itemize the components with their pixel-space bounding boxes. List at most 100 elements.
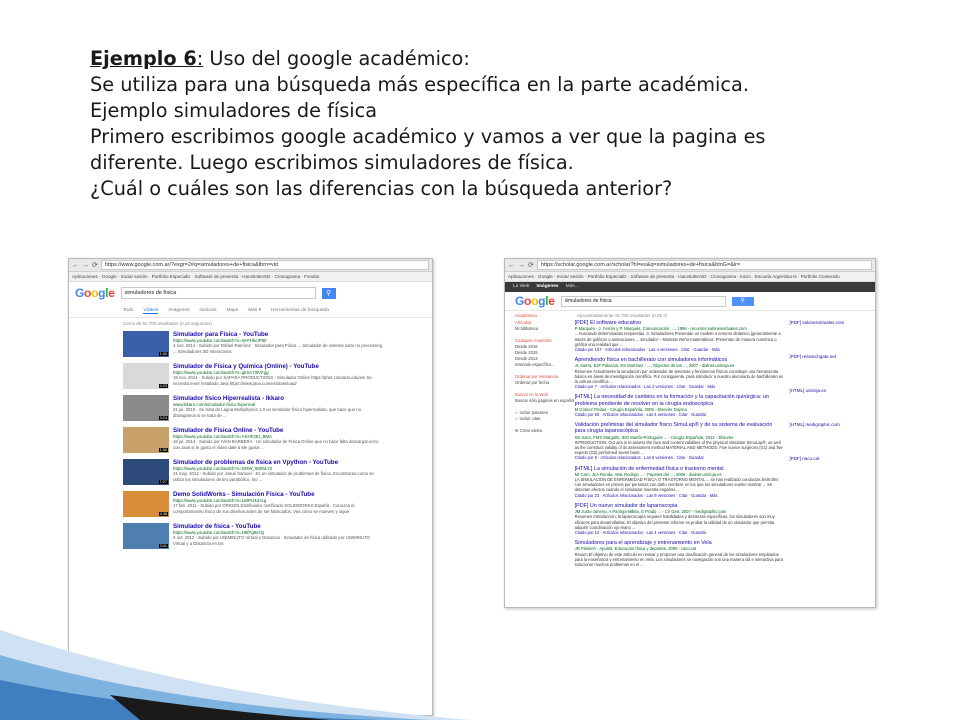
slide-line: diferente. Luego escribimos simuladores … <box>90 151 574 174</box>
video-title[interactable]: Simulador de Fisica Online - YouTube <box>173 427 383 434</box>
sidebar-item[interactable]: ✉ Crear alerta <box>515 428 575 434</box>
tab-mas[interactable]: Más ▾ <box>248 308 261 314</box>
pdf-link[interactable]: [HTML] unirioja.es <box>789 388 875 422</box>
scholar-result: Simuladores para el aprendizaje y entren… <box>575 540 784 567</box>
reload-icon[interactable]: ⟳ <box>92 261 98 269</box>
scholar-result: [HTML] La simulación de enfermedad físic… <box>575 466 784 498</box>
tab-herramientas[interactable]: Herramientas de búsqueda <box>271 308 329 314</box>
video-title[interactable]: Simulador de Física y Química (Online) -… <box>173 363 383 370</box>
pdf-link[interactable]: [PDF] naco.cat <box>789 456 875 490</box>
search-input[interactable]: simuladores de física <box>120 287 316 299</box>
tab-videos[interactable]: Vídeos <box>143 308 159 314</box>
browser-toolbar: ← → ⟳ https://www.google.com.ar/?esgr=2#… <box>69 259 432 272</box>
section-label: Académico <box>515 313 538 318</box>
video-result-text: Simulador de problemas de física en Vpyt… <box>173 459 383 485</box>
google-scholar-screenshot: ← → ⟳ https://scholar.google.com.ar/scho… <box>504 258 876 608</box>
slide-line: Ejemplo simuladores de física <box>90 99 378 122</box>
slide-line: Se utiliza para una búsqueda más específ… <box>90 73 749 96</box>
video-desc: 4 nov. 2014 - Subido por Rafael Ramírez … <box>173 343 383 354</box>
result-links[interactable]: Citado por 9 · Artículos relacionados · … <box>575 455 784 460</box>
tab-todo[interactable]: Todo <box>123 308 133 314</box>
video-result[interactable]: 3:24 Simulador físico Hiperrealista - Ik… <box>69 392 432 424</box>
result-snippet: ... buscando determinadas respuestas. 3.… <box>574 331 781 347</box>
result-title[interactable]: [HTML] La necesidad de cambios en la for… <box>575 394 784 406</box>
topbar-mas[interactable]: Más... <box>566 282 579 292</box>
pdf-link[interactable]: [PDF] salonesvirtuales.com <box>789 320 875 354</box>
video-thumbnail[interactable]: 1:00 <box>123 331 169 357</box>
video-thumbnail[interactable]: 4:38 <box>123 491 169 517</box>
search-button[interactable]: ⚲ <box>731 296 754 306</box>
video-desc: 18 jul. 2014 - Subido por IVAN BARBERA ·… <box>173 439 379 450</box>
video-title[interactable]: Simulador de física - YouTube <box>173 523 383 530</box>
pdf-links-column: [PDF] salonesvirtuales.com [PDF] researc… <box>783 320 875 572</box>
result-title[interactable]: Validación preliminar del simulador físi… <box>575 422 784 434</box>
video-result[interactable]: 1:00 Simulador para Física - YouTube htt… <box>69 328 432 360</box>
reload-icon[interactable]: ⟳ <box>528 261 534 269</box>
video-result[interactable]: 4:38 Demo SolidWorks - Simulación Física… <box>69 488 432 520</box>
slide-line: Primero escribimos google académico y va… <box>90 125 766 148</box>
video-duration: 3:24 <box>158 416 168 420</box>
video-result-text: Simulador para Física - YouTube https://… <box>173 331 383 357</box>
pdf-link[interactable]: [HTML] medigraphic.com <box>789 422 875 456</box>
video-result[interactable]: 1:50 Simulador de Fisica Online - YouTub… <box>69 424 432 456</box>
result-snippet: INTRODUCTION: Our aim is to assess the f… <box>574 439 783 456</box>
video-duration: 3:01 <box>158 544 168 548</box>
video-duration: 1:00 <box>158 352 168 356</box>
result-snippet: Resumen Actualmente la simulación por or… <box>574 368 784 385</box>
result-links[interactable]: Citado por 23 · Artículos relacionados ·… <box>575 493 784 498</box>
scholar-topbar: La Web Imágenes Más... <box>505 282 875 292</box>
slide-line: ¿Cuál o cuáles son las diferencias con l… <box>90 177 673 200</box>
scholar-result: Validación preliminar del simulador físi… <box>575 422 784 460</box>
result-snippet: Resumen Introducción: la laparoscopía re… <box>574 514 775 530</box>
video-desc: 15 nov. 2014 - Subido por SAPARA PRODUCT… <box>173 375 372 386</box>
back-icon[interactable]: ← <box>72 262 79 269</box>
slide-text: Ejemplo 6: Uso del google académico: Se … <box>90 46 920 202</box>
video-result[interactable]: 3:01 Simulador de física - YouTube https… <box>69 520 432 552</box>
video-title[interactable]: Simulador de problemas de física en Vpyt… <box>173 459 383 466</box>
google-logo[interactable]: Google <box>515 294 555 308</box>
video-result-text: Simulador de física - YouTube https://ww… <box>173 523 383 549</box>
google-logo[interactable]: Google <box>75 286 115 300</box>
address-bar[interactable]: https://www.google.com.ar/?esgr=2#q=simu… <box>100 260 429 270</box>
slide-title: Ejemplo 6 <box>90 47 197 70</box>
scholar-page: La Web Imágenes Más... Google simuladore… <box>505 282 875 607</box>
forward-icon[interactable]: → <box>82 262 89 269</box>
result-links[interactable]: Citado por 7 · Artículos relacionados · … <box>575 384 784 389</box>
topbar-web[interactable]: La Web <box>513 282 529 292</box>
video-title[interactable]: Simulador para Física - YouTube <box>173 331 383 338</box>
video-thumbnail[interactable]: 3:01 <box>123 523 169 549</box>
result-links[interactable]: Citado por 50 · Artículos relacionados ·… <box>575 412 784 417</box>
tab-maps[interactable]: Maps <box>226 308 238 314</box>
search-input[interactable]: simuladores de física <box>560 295 726 307</box>
video-thumbnail[interactable]: 4:20 <box>123 363 169 389</box>
search-button[interactable]: ⚲ <box>321 287 336 299</box>
result-snippet: LA SIMULACIÓN DE ENFERMEDAD FÍSICA O TRA… <box>574 477 779 493</box>
pdf-link[interactable]: [PDF] researchgate.net <box>789 354 875 388</box>
video-duration: 4:38 <box>158 512 168 516</box>
video-desc: 9 oct. 2012 - Subido por UNIMINUTO Virtu… <box>173 535 371 546</box>
topbar-imagenes[interactable]: Imágenes <box>536 282 558 292</box>
scholar-results: [PDF] El software educativo P Marqués - … <box>575 320 784 572</box>
video-thumbnail[interactable]: 1:50 <box>123 427 169 453</box>
scholar-body: Artículos Mi biblioteca Cualquier moment… <box>505 320 875 572</box>
scholar-result: [PDF] Un nuevo simulador de laparoscopia… <box>575 503 784 535</box>
scholar-result: [HTML] La necesidad de cambios en la for… <box>575 394 784 417</box>
result-links[interactable]: Citado por 12 · Artículos relacionados ·… <box>575 530 784 535</box>
result-links[interactable]: Citado por 157 · Artículos relacionados … <box>575 347 784 352</box>
result-count: Aproximadamente 15.700 resultados (0,05 … <box>577 313 668 318</box>
forward-icon[interactable]: → <box>518 262 525 269</box>
scholar-subheader: Académico Aproximadamente 15.700 resulta… <box>505 311 875 320</box>
video-result[interactable]: 7:27 Simulador de problemas de física en… <box>69 456 432 488</box>
video-title[interactable]: Demo SolidWorks - Simulación Física - Yo… <box>173 491 383 498</box>
sidebar-item[interactable]: Buscar sólo páginas en español <box>515 398 575 404</box>
video-title[interactable]: Simulador físico Hiperrealista - Ikkaro <box>173 395 383 402</box>
tab-noticias[interactable]: Noticias <box>199 308 216 314</box>
video-result[interactable]: 4:20 Simulador de Física y Química (Onli… <box>69 360 432 392</box>
search-icon: ⚲ <box>325 289 332 297</box>
video-thumbnail[interactable]: 3:24 <box>123 395 169 421</box>
back-icon[interactable]: ← <box>508 262 515 269</box>
tab-imagenes[interactable]: Imágenes <box>168 308 189 314</box>
address-bar[interactable]: https://scholar.google.com.ar/scholar?hl… <box>536 260 872 270</box>
video-thumbnail[interactable]: 7:27 <box>123 459 169 485</box>
video-desc: 21 may. 2012 - Subido por Josué Samuel ·… <box>173 471 374 482</box>
